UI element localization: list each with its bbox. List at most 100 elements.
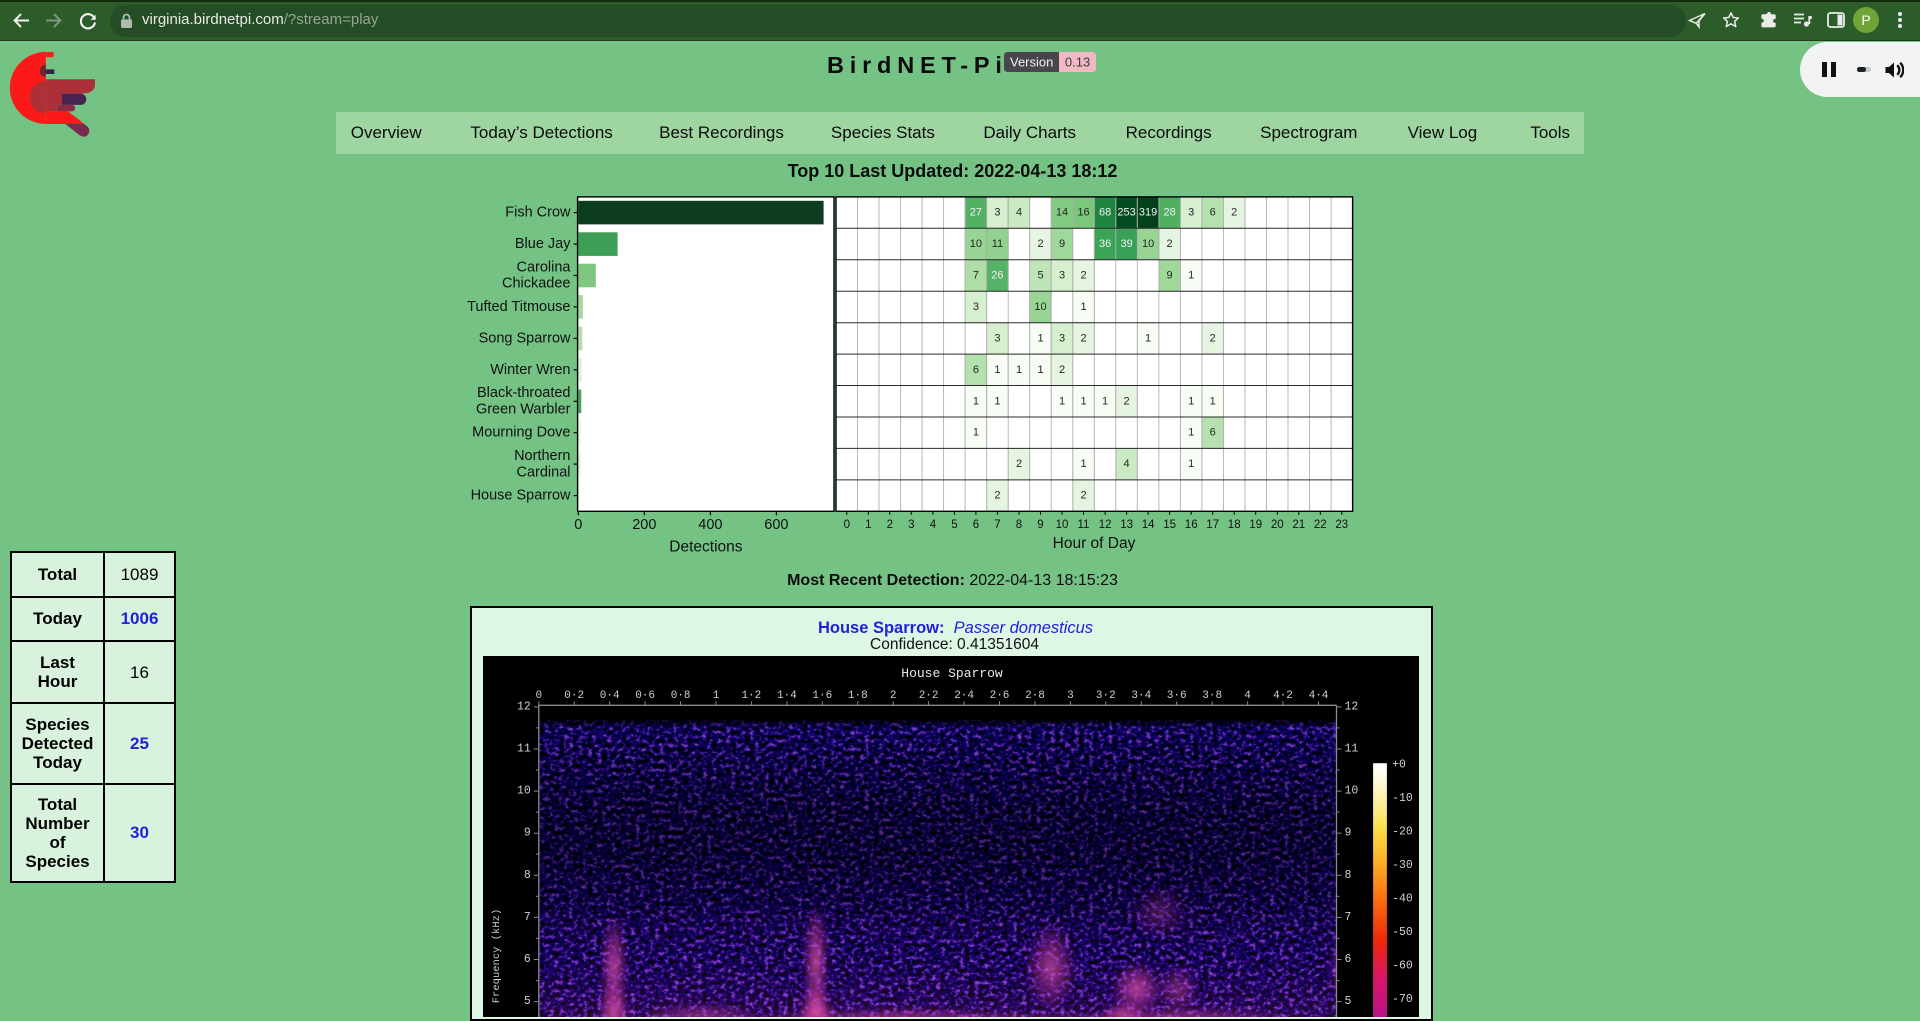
svg-text:3·4: 3·4 — [1131, 690, 1151, 702]
svg-text:17: 17 — [1206, 519, 1219, 531]
svg-text:-40: -40 — [1392, 893, 1413, 906]
svg-text:7: 7 — [1345, 911, 1352, 924]
svg-text:1: 1 — [1080, 301, 1086, 313]
svg-text:1: 1 — [1188, 458, 1194, 470]
svg-text:0·6: 0·6 — [635, 690, 655, 702]
svg-text:2·6: 2·6 — [990, 690, 1010, 702]
svg-text:0: 0 — [574, 517, 582, 533]
svg-text:19: 19 — [1249, 519, 1262, 531]
svg-text:Hour of Day: Hour of Day — [1053, 535, 1136, 552]
svg-text:2: 2 — [1167, 238, 1173, 250]
svg-text:2: 2 — [1059, 364, 1065, 376]
svg-text:1: 1 — [994, 364, 1000, 376]
svg-text:11: 11 — [517, 743, 531, 756]
svg-text:Frequency (kHz): Frequency (kHz) — [491, 909, 503, 1004]
svg-text:7: 7 — [524, 911, 531, 924]
svg-text:5: 5 — [524, 995, 531, 1008]
svg-text:1: 1 — [1016, 364, 1022, 376]
svg-text:18: 18 — [1228, 519, 1241, 531]
svg-text:1: 1 — [1059, 395, 1065, 407]
svg-text:Carolina: Carolina — [517, 259, 572, 275]
svg-text:20: 20 — [1271, 519, 1284, 531]
svg-text:600: 600 — [764, 517, 788, 533]
svg-text:Song Sparrow: Song Sparrow — [479, 330, 571, 346]
svg-text:1: 1 — [713, 690, 720, 702]
svg-text:2: 2 — [1037, 238, 1043, 250]
svg-text:3: 3 — [1059, 270, 1065, 282]
svg-text:-30: -30 — [1392, 859, 1413, 872]
svg-text:2·4: 2·4 — [954, 690, 974, 702]
svg-text:2·8: 2·8 — [1025, 690, 1045, 702]
svg-text:5: 5 — [951, 519, 957, 531]
svg-text:4: 4 — [1244, 690, 1251, 702]
svg-text:10: 10 — [1345, 785, 1359, 798]
svg-text:2: 2 — [1016, 458, 1022, 470]
svg-text:16: 16 — [1077, 207, 1089, 219]
svg-text:3·8: 3·8 — [1202, 690, 1222, 702]
svg-text:2: 2 — [887, 519, 893, 531]
svg-text:-50: -50 — [1392, 926, 1413, 939]
svg-text:3: 3 — [1059, 332, 1065, 344]
svg-text:3: 3 — [973, 301, 979, 313]
svg-text:7: 7 — [994, 519, 1000, 531]
svg-text:10: 10 — [1142, 238, 1154, 250]
svg-text:4: 4 — [1016, 207, 1022, 219]
svg-text:2: 2 — [1124, 395, 1130, 407]
svg-text:1·4: 1·4 — [777, 690, 797, 702]
svg-text:Black-throated: Black-throated — [477, 385, 571, 401]
svg-text:2: 2 — [1080, 490, 1086, 502]
svg-text:1: 1 — [1080, 395, 1086, 407]
svg-text:15: 15 — [1163, 519, 1176, 531]
svg-text:5: 5 — [1037, 270, 1043, 282]
svg-text:Winter Wren: Winter Wren — [490, 362, 570, 378]
svg-text:-70: -70 — [1392, 993, 1413, 1006]
svg-text:1: 1 — [1210, 395, 1216, 407]
svg-text:Tufted Titmouse: Tufted Titmouse — [467, 299, 570, 315]
svg-text:2: 2 — [994, 490, 1000, 502]
svg-text:68: 68 — [1099, 207, 1111, 219]
svg-text:1·8: 1·8 — [848, 690, 868, 702]
svg-text:1: 1 — [1080, 458, 1086, 470]
svg-text:21: 21 — [1292, 519, 1305, 531]
svg-text:3·6: 3·6 — [1167, 690, 1187, 702]
svg-text:2: 2 — [1080, 270, 1086, 282]
svg-text:House Sparrow: House Sparrow — [471, 488, 571, 504]
svg-text:2: 2 — [1231, 207, 1237, 219]
svg-text:14: 14 — [1056, 207, 1068, 219]
svg-text:+0: +0 — [1392, 759, 1406, 772]
svg-text:200: 200 — [632, 517, 656, 533]
svg-text:Fish Crow: Fish Crow — [505, 205, 571, 221]
svg-text:10: 10 — [1056, 519, 1069, 531]
svg-text:9: 9 — [524, 827, 531, 840]
svg-text:4: 4 — [930, 519, 937, 531]
svg-text:400: 400 — [698, 517, 722, 533]
svg-text:1: 1 — [973, 427, 979, 439]
svg-text:28: 28 — [1163, 207, 1175, 219]
svg-text:39: 39 — [1120, 238, 1132, 250]
svg-text:5: 5 — [1345, 995, 1352, 1008]
svg-text:11: 11 — [1078, 519, 1090, 531]
svg-text:Mourning Dove: Mourning Dove — [472, 425, 570, 441]
svg-text:1: 1 — [1037, 332, 1043, 344]
svg-text:2: 2 — [1080, 332, 1086, 344]
svg-text:27: 27 — [970, 207, 982, 219]
svg-text:9: 9 — [1037, 519, 1043, 531]
svg-text:10: 10 — [517, 785, 531, 798]
svg-text:6: 6 — [1210, 207, 1216, 219]
svg-text:-60: -60 — [1392, 960, 1413, 973]
svg-text:1: 1 — [865, 519, 871, 531]
svg-text:7: 7 — [973, 270, 979, 282]
svg-text:0·4: 0·4 — [600, 690, 620, 702]
svg-text:3: 3 — [994, 332, 1000, 344]
svg-text:2·2: 2·2 — [919, 690, 939, 702]
svg-text:Green Warbler: Green Warbler — [476, 402, 571, 418]
svg-text:3: 3 — [1188, 207, 1194, 219]
svg-text:Blue Jay: Blue Jay — [515, 236, 571, 252]
svg-text:23: 23 — [1335, 519, 1348, 531]
svg-text:1: 1 — [1102, 395, 1108, 407]
svg-text:6: 6 — [973, 519, 979, 531]
svg-text:8: 8 — [1345, 869, 1352, 882]
svg-text:Chickadee: Chickadee — [502, 276, 571, 292]
svg-text:0: 0 — [844, 519, 850, 531]
svg-text:10: 10 — [970, 238, 982, 250]
